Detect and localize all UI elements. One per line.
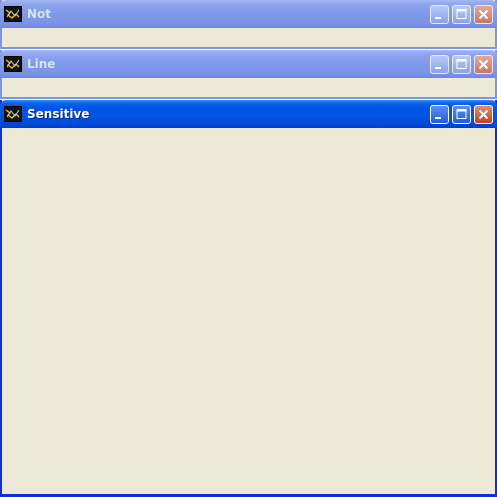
minimize-icon bbox=[435, 16, 441, 19]
window-not[interactable]: Not bbox=[0, 0, 497, 49]
close-icon bbox=[478, 59, 489, 69]
minimize-icon bbox=[435, 116, 441, 119]
close-button[interactable] bbox=[474, 4, 493, 24]
window-client-area bbox=[2, 128, 495, 494]
maximize-icon bbox=[456, 8, 467, 19]
maximize-button[interactable] bbox=[452, 104, 471, 124]
close-button[interactable] bbox=[474, 104, 493, 124]
window-line[interactable]: Line bbox=[0, 50, 497, 99]
title-bar[interactable]: Sensitive bbox=[0, 100, 497, 128]
window-client-area bbox=[2, 78, 495, 97]
minimize-button[interactable] bbox=[430, 104, 449, 124]
title-bar[interactable]: Line bbox=[0, 50, 497, 78]
maximize-button[interactable] bbox=[452, 54, 471, 74]
app-window-icon bbox=[4, 106, 22, 122]
window-title: Sensitive bbox=[27, 107, 90, 121]
app-window-icon bbox=[4, 6, 22, 22]
title-bar[interactable]: Not bbox=[0, 0, 497, 28]
minimize-button[interactable] bbox=[430, 54, 449, 74]
minimize-icon bbox=[435, 66, 441, 69]
app-window-icon bbox=[4, 56, 22, 72]
maximize-icon bbox=[456, 58, 467, 69]
window-title: Line bbox=[27, 57, 56, 71]
maximize-icon bbox=[456, 108, 467, 119]
window-title: Not bbox=[27, 7, 52, 21]
window-client-area bbox=[2, 28, 495, 47]
close-button[interactable] bbox=[474, 54, 493, 74]
close-icon bbox=[478, 9, 489, 19]
minimize-button[interactable] bbox=[430, 4, 449, 24]
window-sensitive[interactable]: Sensitive bbox=[0, 100, 497, 497]
close-icon bbox=[478, 109, 489, 119]
maximize-button[interactable] bbox=[452, 4, 471, 24]
